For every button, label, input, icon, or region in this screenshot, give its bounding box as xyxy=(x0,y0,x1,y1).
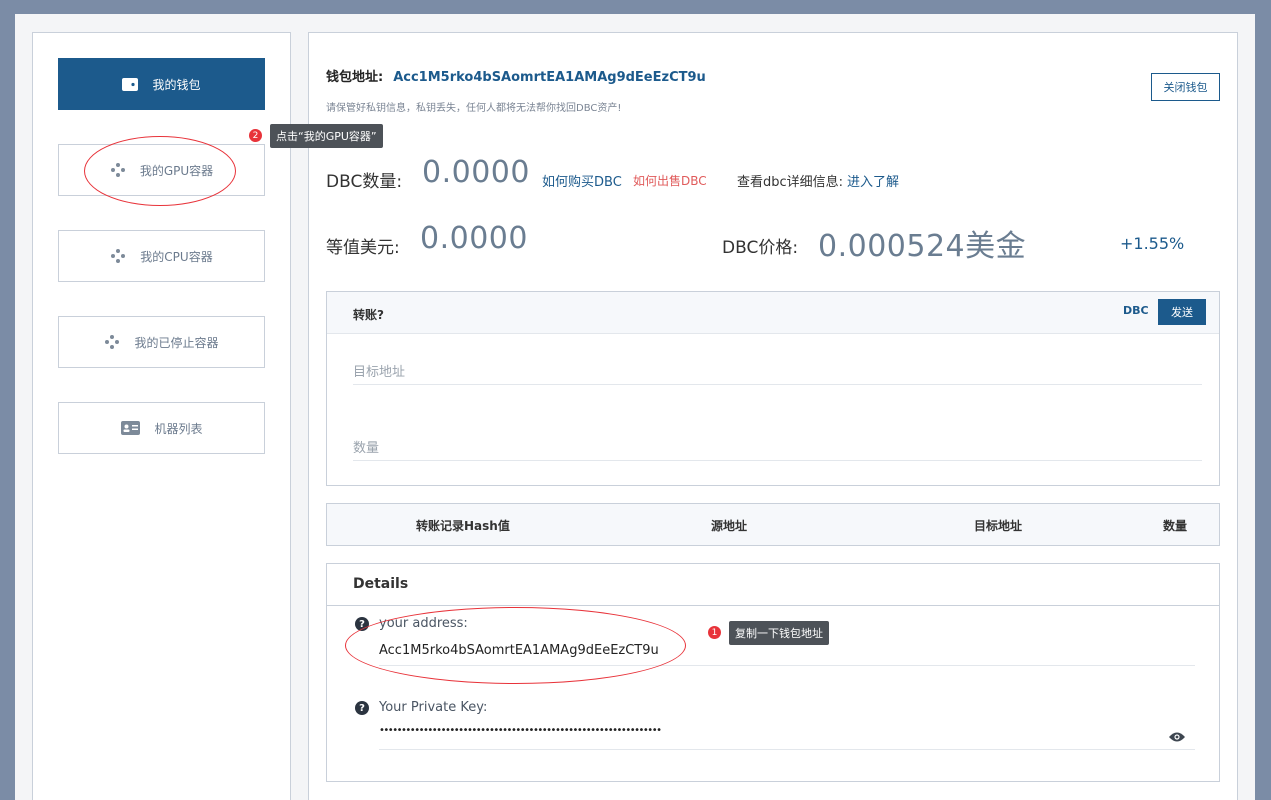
column-hash: 转账记录Hash值 xyxy=(416,519,510,533)
private-key-label: Your Private Key: xyxy=(379,700,488,715)
wallet-address-label: 钱包地址: xyxy=(326,70,384,85)
address-value[interactable]: Acc1M5rko4bSAomrtEA1AMAg9dEeEzCT9u xyxy=(379,643,659,658)
sidebar: 我的钱包 我的GPU容器 我的CPU容器 我的已停止容器 机器列表 xyxy=(32,32,291,800)
step-1-tooltip: 复制一下钱包地址 xyxy=(729,621,829,645)
transfer-header: 转账? DBC 发送 xyxy=(327,292,1219,334)
dbc-price-value: 0.000524美金 xyxy=(818,229,1027,264)
sell-dbc-link[interactable]: 如何出售DBC xyxy=(633,172,707,189)
wallet-panel: 钱包地址: Acc1M5rko4bSAomrtEA1AMAg9dEeEzCT9u… xyxy=(308,32,1238,800)
address-label: your address: xyxy=(379,616,468,631)
usd-value-label: 等值美元: xyxy=(326,238,400,258)
network-icon xyxy=(110,163,126,177)
sidebar-item-label: 我的GPU容器 xyxy=(139,163,214,178)
private-key-value: ••••••••••••••••••••••••••••••••••••••••… xyxy=(379,725,662,736)
wallet-address-value: Acc1M5rko4bSAomrtEA1AMAg9dEeEzCT9u xyxy=(393,70,706,85)
dbc-amount-label: DBC数量: xyxy=(326,172,403,192)
sidebar-item-label: 我的已停止容器 xyxy=(134,335,219,350)
dbc-amount-value: 0.0000 xyxy=(422,155,530,190)
sidebar-item-label: 我的CPU容器 xyxy=(140,249,213,264)
transfer-title: 转账? xyxy=(353,308,384,322)
amount-input[interactable] xyxy=(353,437,1202,461)
details-header: Details xyxy=(327,564,1219,606)
wallet-address-row: 钱包地址: Acc1M5rko4bSAomrtEA1AMAg9dEeEzCT9u xyxy=(326,66,706,85)
transfer-history-header: 转账记录Hash值 源地址 目标地址 数量 xyxy=(326,503,1220,546)
eye-icon[interactable] xyxy=(1168,728,1186,742)
sidebar-item-machine-list[interactable]: 机器列表 xyxy=(58,402,265,454)
details-panel: Details ? your address: Acc1M5rko4bSAomr… xyxy=(326,563,1220,782)
buy-dbc-link[interactable]: 如何购买DBC xyxy=(542,171,622,190)
network-icon xyxy=(104,335,120,349)
usd-value: 0.0000 xyxy=(420,221,528,256)
target-address-input[interactable] xyxy=(353,361,1202,385)
wallet-icon xyxy=(122,77,139,91)
step-2-tooltip: 点击“我的GPU容器” xyxy=(270,124,383,148)
divider xyxy=(379,749,1195,750)
step-2-badge: 2 xyxy=(249,129,262,142)
dbc-price-label: DBC价格: xyxy=(722,238,799,258)
sidebar-item-gpu-containers[interactable]: 我的GPU容器 xyxy=(58,144,265,196)
help-icon[interactable]: ? xyxy=(355,617,369,631)
dbc-detail-prefix: 查看dbc详细信息: xyxy=(737,175,844,190)
help-icon[interactable]: ? xyxy=(355,701,369,715)
transfer-form: 转账? DBC 发送 xyxy=(326,291,1220,486)
step-1-badge: 1 xyxy=(708,626,721,639)
sidebar-item-wallet[interactable]: 我的钱包 xyxy=(58,58,265,110)
details-title: Details xyxy=(353,576,409,592)
sidebar-item-stopped-containers[interactable]: 我的已停止容器 xyxy=(58,316,265,368)
column-source: 源地址 xyxy=(711,519,748,533)
currency-tag: DBC xyxy=(1123,304,1149,317)
send-button[interactable]: 发送 xyxy=(1158,299,1206,325)
divider xyxy=(379,665,1195,666)
sidebar-item-label: 我的钱包 xyxy=(152,77,201,92)
private-key-warning: 请保管好私钥信息，私钥丢失，任何人都将无法帮你找回DBC资产! xyxy=(326,103,622,114)
price-change: +1.55% xyxy=(1120,234,1185,253)
column-target: 目标地址 xyxy=(974,519,1023,533)
close-wallet-button[interactable]: 关闭钱包 xyxy=(1151,73,1220,101)
column-amount: 数量 xyxy=(1163,519,1188,533)
network-icon xyxy=(110,249,126,263)
id-card-icon xyxy=(120,421,140,435)
sidebar-item-cpu-containers[interactable]: 我的CPU容器 xyxy=(58,230,265,282)
sidebar-item-label: 机器列表 xyxy=(154,421,203,436)
dbc-detail-link[interactable]: 进入了解 xyxy=(847,171,899,190)
